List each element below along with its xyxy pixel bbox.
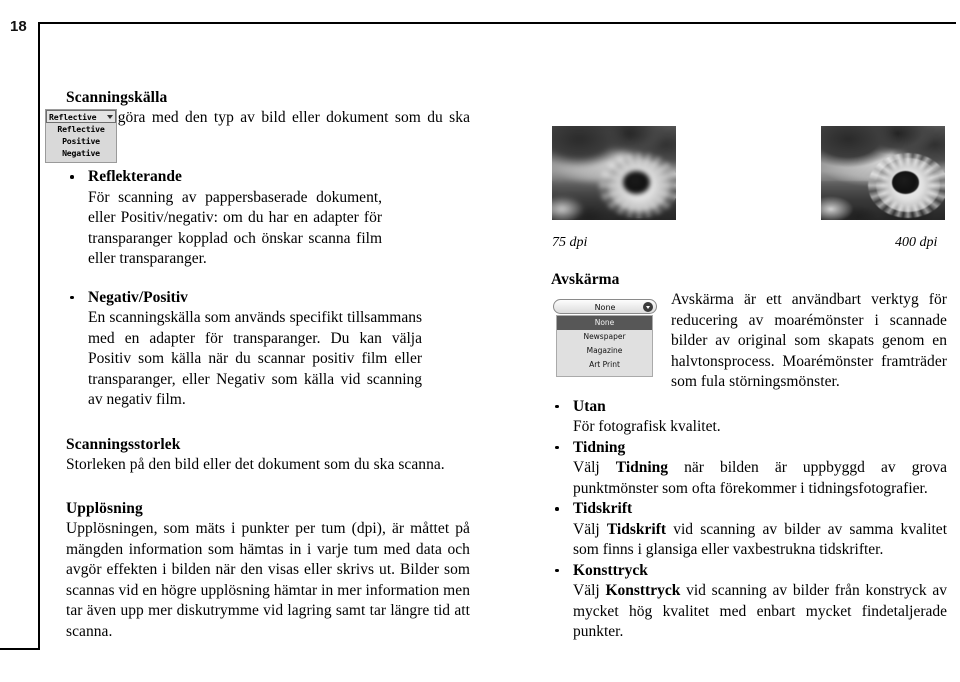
list-item: Utan För fotografisk kvalitet. xyxy=(551,397,947,438)
descreen-selected-value: None xyxy=(594,303,616,312)
bullet-body-tidskrift: Välj Tidskrift vid scanning av bilder av… xyxy=(573,520,947,559)
list-item: Tidning Välj Tidning när bilden är uppby… xyxy=(551,438,947,500)
bullet-dot-icon xyxy=(70,175,74,179)
scan-source-dropdown-field[interactable]: Reflective xyxy=(46,110,116,123)
heading-scanningskalla: Scanningskälla xyxy=(66,89,168,106)
page-number: 18 xyxy=(10,18,27,35)
bullet-title-negativ-positiv: Negativ/Positiv xyxy=(88,288,188,306)
descreen-bullet-list: Utan För fotografisk kvalitet. Tidning V… xyxy=(551,397,947,643)
scan-source-selected-value: Reflective xyxy=(49,112,97,122)
descreen-option-magazine[interactable]: Magazine xyxy=(557,344,652,358)
bullet-title-konsttryck: Konsttryck xyxy=(573,561,648,579)
descreen-dropdown-list: None Newspaper Magazine Art Print xyxy=(556,315,653,377)
caption-400dpi: 400 dpi xyxy=(895,235,938,250)
scan-source-option-reflective[interactable]: Reflective xyxy=(46,123,116,135)
bullet-dot-icon xyxy=(555,404,559,408)
bullet-title-reflekterande: Reflekterande xyxy=(88,168,182,185)
list-item: Reflekterande För scanning av pappersbas… xyxy=(66,167,382,270)
heading-upplosning: Upplösning xyxy=(66,500,143,517)
emphasis-tidskrift: Tidskrift xyxy=(606,520,667,538)
bullet-body-utan: För fotografisk kvalitet. xyxy=(573,418,721,435)
emphasis-konsttryck: Konsttryck xyxy=(605,582,681,599)
scanningsstorlek-text: Storleken på den bild eller det dokument… xyxy=(66,455,445,473)
chevron-down-icon xyxy=(107,115,113,119)
upplosning-text: Upplösningen, som mäts i punkter per tum… xyxy=(66,520,470,640)
scan-source-dropdown[interactable]: Reflective Reflective Positive Negative xyxy=(45,109,117,163)
bullet-body-reflekterande: För scanning av pappersbaserade dokument… xyxy=(88,188,382,268)
sample-image-75dpi xyxy=(552,126,676,220)
sample-image-400dpi xyxy=(821,126,945,220)
bullet-body-negativ-positiv: En scanningskälla som används specifikt … xyxy=(88,309,422,408)
bullet-title-tidning: Tidning xyxy=(573,438,626,456)
scan-source-option-positive[interactable]: Positive xyxy=(46,135,116,147)
scanningskalla-intro-text: Har att göra med den typ av bild eller d… xyxy=(66,109,470,147)
bullet-body-konsttryck: Välj Konsttryck vid scanning av bilder f… xyxy=(573,582,947,640)
heading-scanningsstorlek: Scanningsstorlek xyxy=(66,435,181,453)
scan-source-option-negative[interactable]: Negative xyxy=(46,147,116,159)
descreen-option-newspaper[interactable]: Newspaper xyxy=(557,330,652,344)
emphasis-tidning: Tidning xyxy=(615,459,669,476)
list-item: Negativ/Positiv En scanningskälla som an… xyxy=(66,288,422,411)
list-item: Konsttryck Välj Konsttryck vid scanning … xyxy=(551,561,947,643)
avskarma-intro-text: Avskärma är ett användbart verktyg för r… xyxy=(671,291,947,390)
page-frame-left-rule xyxy=(38,22,40,650)
sample-blur-overlay xyxy=(552,126,676,220)
descreen-option-none[interactable]: None xyxy=(557,316,652,330)
descreen-option-art-print[interactable]: Art Print xyxy=(557,358,652,372)
scan-source-bullet-list-2: Negativ/Positiv En scanningskälla som an… xyxy=(66,288,422,411)
page-frame-top-rule xyxy=(38,22,956,24)
list-item: Tidskrift Välj Tidskrift vid scanning av… xyxy=(551,499,947,561)
bullet-dot-icon xyxy=(555,445,559,449)
bullet-title-utan: Utan xyxy=(573,397,606,415)
left-column: Scanningskälla Har att göra med den typ … xyxy=(66,88,470,642)
descreen-dropdown-field[interactable]: None xyxy=(553,299,657,314)
heading-avskarma: Avskärma xyxy=(551,271,620,288)
bullet-body-tidning: Välj Tidning när bilden är uppbyggd av g… xyxy=(573,459,948,497)
bullet-dot-icon xyxy=(555,507,559,511)
caption-75dpi: 75 dpi xyxy=(552,235,588,250)
page-frame-bottom-rule xyxy=(0,648,40,650)
chevron-down-icon xyxy=(643,302,653,312)
bullet-title-tidskrift: Tidskrift xyxy=(573,500,633,517)
bullet-dot-icon xyxy=(70,295,74,299)
sample-blur-overlay xyxy=(821,126,945,220)
scan-source-bullet-list: Reflekterande För scanning av pappersbas… xyxy=(66,167,382,270)
bullet-dot-icon xyxy=(555,568,559,572)
descreen-dropdown[interactable]: None None Newspaper Magazine Art Print xyxy=(553,299,657,377)
